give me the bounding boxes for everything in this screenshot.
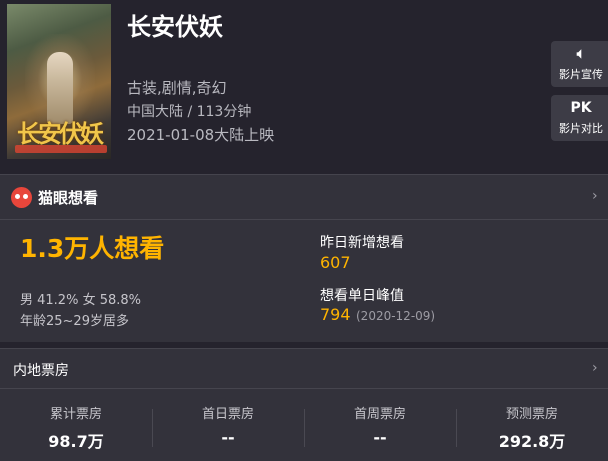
- first-week-label: 首周票房: [353, 407, 406, 422]
- pk-icon: PK: [570, 100, 592, 116]
- cumulative-label: 累计票房: [49, 407, 102, 422]
- want-panel-title: 猫眼想看: [38, 189, 99, 207]
- gender-ratio: 男 41.2% 女 58.8%: [20, 293, 141, 308]
- first-week-value: --: [373, 428, 387, 447]
- want-to-see-panel: 猫眼想看 › 1.3万人想看 男 41.2% 女 58.8% 年龄25~29岁居…: [0, 174, 608, 342]
- age-group: 年龄25~29岁居多: [20, 314, 129, 329]
- compare-button[interactable]: PK 影片对比: [551, 95, 608, 141]
- want-panel-header[interactable]: 猫眼想看 ›: [0, 175, 608, 220]
- box-office-panel: 内地票房 › 累计票房 98.7万 首日票房 -- 首周票房 -- 预测票房 2…: [0, 348, 608, 461]
- poster-date-strip: [15, 145, 107, 153]
- forecast-label: 预测票房: [505, 407, 558, 422]
- promo-button-label: 影片宣传: [559, 68, 603, 81]
- movie-poster[interactable]: 长安伏妖: [7, 4, 111, 159]
- movie-header: 长安伏妖 长安伏妖 古装,剧情,奇幻 中国大陆 / 113分钟 2021-01-…: [0, 0, 608, 174]
- box-office-title: 内地票房: [13, 363, 69, 379]
- compare-button-label: 影片对比: [559, 122, 603, 135]
- peak-date: (2020-12-09): [356, 309, 436, 323]
- first-day-value: --: [221, 428, 235, 447]
- movie-region-duration: 中国大陆 / 113分钟: [127, 104, 252, 120]
- box-office-cell: 累计票房 98.7万: [0, 389, 152, 461]
- peak-label: 想看单日峰值: [320, 288, 404, 304]
- maoyan-logo-icon: [11, 187, 32, 208]
- movie-release: 2021-01-08大陆上映: [127, 126, 275, 144]
- yesterday-new-label: 昨日新增想看: [320, 235, 404, 251]
- box-office-cell: 首周票房 --: [304, 389, 456, 461]
- cumulative-value: 98.7万: [48, 432, 104, 451]
- speaker-icon: 🔈︎: [576, 46, 586, 62]
- chevron-right-icon: ›: [592, 360, 598, 376]
- box-office-cell: 预测票房 292.8万: [456, 389, 608, 461]
- poster-title-art: 长安伏妖: [17, 119, 104, 148]
- want-total: 1.3万人想看: [20, 234, 165, 263]
- yesterday-new-value: 607: [320, 253, 351, 272]
- movie-title: 长安伏妖: [127, 13, 223, 41]
- peak-value: 794: [320, 305, 351, 324]
- box-office-header[interactable]: 内地票房 ›: [0, 349, 608, 389]
- box-office-cell: 首日票房 --: [152, 389, 304, 461]
- first-day-label: 首日票房: [201, 407, 254, 422]
- forecast-value: 292.8万: [498, 432, 566, 451]
- promo-button[interactable]: 🔈︎ 影片宣传: [551, 41, 608, 87]
- movie-genres: 古装,剧情,奇幻: [127, 79, 227, 97]
- chevron-right-icon: ›: [592, 188, 598, 204]
